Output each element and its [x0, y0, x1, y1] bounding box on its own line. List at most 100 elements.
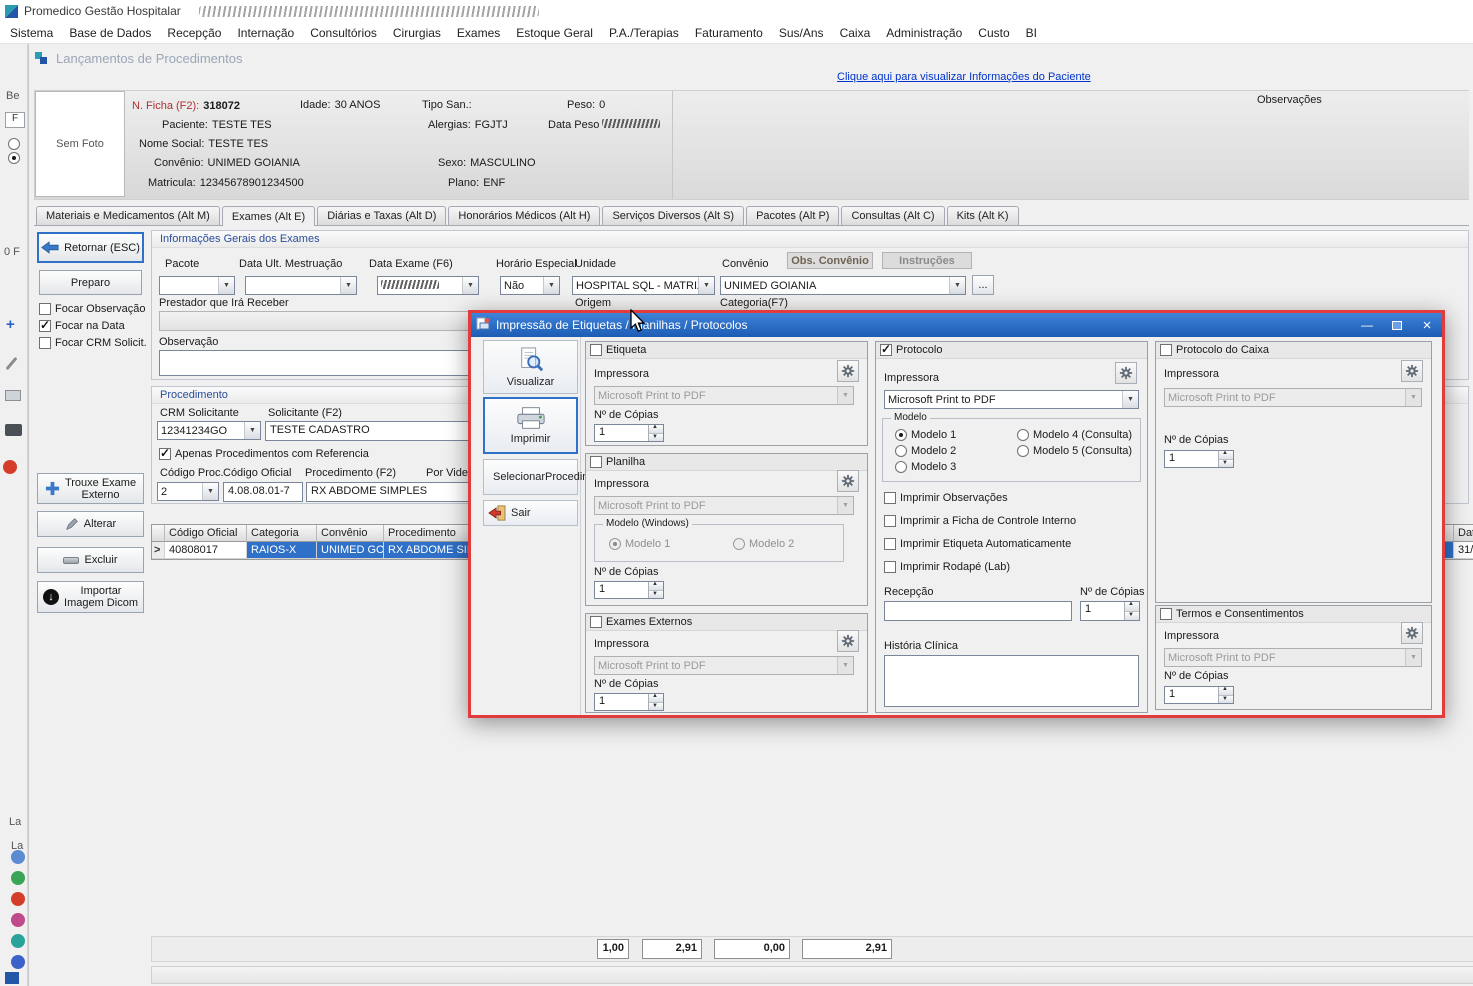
- spin-down-icon[interactable]: [649, 434, 663, 442]
- trouxe-exame-externo-button[interactable]: Trouxe ExameExterno: [37, 473, 144, 504]
- protocolo-modelo4-radio[interactable]: Modelo 4 (Consulta): [1017, 429, 1132, 441]
- data-ult-select[interactable]: [245, 276, 357, 295]
- dialog-titlebar[interactable]: Impressão de Etiquetas / Planilhas / Pro…: [471, 313, 1442, 337]
- menu-item-consultorios[interactable]: Consultórios: [302, 23, 385, 43]
- excluir-button[interactable]: Excluir: [37, 547, 144, 573]
- tab-diarias[interactable]: Diárias e Taxas (Alt D): [317, 206, 446, 225]
- red-cross-icon[interactable]: [11, 892, 25, 906]
- planilha-checkbox[interactable]: Planilha: [590, 456, 645, 468]
- spin-down-icon[interactable]: [1125, 612, 1139, 621]
- menu-item-administracao[interactable]: Administração: [878, 23, 970, 43]
- protocolo-copies-spinner[interactable]: 1: [1080, 601, 1140, 621]
- apenas-referencia-checkbox[interactable]: Apenas Procedimentos com Referencia: [159, 448, 369, 460]
- tab-exames[interactable]: Exames (Alt E): [222, 206, 315, 226]
- menu-item-sistema[interactable]: Sistema: [2, 23, 61, 43]
- imprimir-button[interactable]: Imprimir: [483, 397, 578, 454]
- patient-info-link[interactable]: Clique aqui para visualizar Informações …: [837, 71, 1091, 83]
- pink-icon[interactable]: [11, 913, 25, 927]
- etiqueta-checkbox[interactable]: Etiqueta: [590, 344, 646, 356]
- sair-button[interactable]: Sair: [483, 500, 578, 526]
- imprimir-observacoes-checkbox[interactable]: Imprimir Observações: [884, 492, 1008, 504]
- spin-up-icon[interactable]: [649, 425, 663, 434]
- protocolo-modelo5-radio[interactable]: Modelo 5 (Consulta): [1017, 445, 1132, 457]
- planilha-copies-spinner[interactable]: 1: [594, 581, 664, 599]
- importar-dicom-button[interactable]: ↓ ImportarImagem Dicom: [37, 581, 144, 613]
- obs-convenio-button[interactable]: Obs. Convênio: [787, 252, 873, 269]
- menu-item-base-de-dados[interactable]: Base de Dados: [61, 23, 159, 43]
- data-exame-select[interactable]: [377, 276, 479, 295]
- focar-crm-checkbox[interactable]: Focar CRM Solicit.: [39, 337, 147, 349]
- spin-down-icon[interactable]: [649, 591, 663, 599]
- spin-up-icon[interactable]: [1219, 687, 1233, 696]
- codigo-oficial-field[interactable]: 4.08.08.01-7: [223, 482, 303, 502]
- pacote-select[interactable]: [159, 276, 235, 295]
- grid-header-categoria[interactable]: Categoria: [247, 525, 317, 542]
- tab-materiais[interactable]: Materiais e Medicamentos (Alt M): [36, 206, 220, 225]
- minimize-button[interactable]: —: [1352, 313, 1382, 337]
- imprimir-ficha-checkbox[interactable]: Imprimir a Ficha de Controle Interno: [884, 515, 1076, 527]
- grid-header-codigo[interactable]: Código Oficial: [165, 525, 247, 542]
- grid-header-convenio[interactable]: Convênio: [317, 525, 384, 542]
- horario-especial-select[interactable]: Não: [500, 276, 560, 295]
- spin-down-icon[interactable]: [1219, 696, 1233, 704]
- crm-select[interactable]: 12341234GO: [157, 421, 261, 440]
- imprimir-rodape-checkbox[interactable]: Imprimir Rodapé (Lab): [884, 561, 1010, 573]
- protocolo-caixa-copies-spinner[interactable]: 1: [1164, 450, 1234, 468]
- etiqueta-copies-spinner[interactable]: 1: [594, 424, 664, 442]
- tab-consultas[interactable]: Consultas (Alt C): [841, 206, 944, 225]
- exames-externos-checkbox[interactable]: Exames Externos: [590, 616, 692, 628]
- cell-codigo[interactable]: 40808017: [165, 542, 247, 559]
- menu-item-caixa[interactable]: Caixa: [832, 23, 879, 43]
- planilha-modelo2-radio[interactable]: Modelo 2: [733, 538, 794, 550]
- printer-settings-button[interactable]: [837, 360, 859, 382]
- codigo-proc-select[interactable]: 2: [157, 482, 219, 501]
- exames-externos-printer-select[interactable]: Microsoft Print to PDF: [594, 656, 854, 675]
- close-button[interactable]: ×: [1412, 313, 1442, 337]
- protocolo-modelo2-radio[interactable]: Modelo 2: [895, 445, 956, 457]
- menu-item-custo[interactable]: Custo: [970, 23, 1017, 43]
- maximize-button[interactable]: [1382, 313, 1412, 337]
- convenio-select[interactable]: UNIMED GOIANIA: [720, 276, 966, 295]
- menu-item-exames[interactable]: Exames: [449, 23, 508, 43]
- imprimir-etiqueta-auto-checkbox[interactable]: Imprimir Etiqueta Automaticamente: [884, 538, 1071, 550]
- protocolo-caixa-printer-select[interactable]: Microsoft Print to PDF: [1164, 388, 1422, 407]
- termos-checkbox[interactable]: Termos e Consentimentos: [1160, 608, 1304, 620]
- protocolo-modelo3-radio[interactable]: Modelo 3: [895, 461, 956, 473]
- termos-copies-spinner[interactable]: 1: [1164, 686, 1234, 704]
- unidade-select[interactable]: HOSPITAL SQL - MATRIZ: [572, 276, 715, 295]
- historia-clinica-textarea[interactable]: [884, 655, 1139, 707]
- spin-up-icon[interactable]: [649, 694, 663, 703]
- printer-settings-button[interactable]: [837, 470, 859, 492]
- printer-settings-button[interactable]: [1401, 622, 1423, 644]
- menu-item-recepcao[interactable]: Recepção: [159, 23, 229, 43]
- cell-categoria[interactable]: RAIOS-X: [247, 542, 317, 559]
- solicitante-field[interactable]: TESTE CADASTRO: [265, 421, 469, 441]
- printer-settings-button[interactable]: [1401, 360, 1423, 382]
- menu-item-bi[interactable]: BI: [1018, 23, 1045, 43]
- focar-na-data-checkbox[interactable]: Focar na Data: [39, 320, 125, 332]
- alterar-button[interactable]: Alterar: [37, 511, 144, 537]
- spin-up-icon[interactable]: [1125, 602, 1139, 612]
- procedimento-field[interactable]: RX ABDOME SIMPLES: [306, 482, 469, 502]
- cell-data[interactable]: 31/0: [1454, 542, 1473, 559]
- protocolo-printer-select[interactable]: Microsoft Print to PDF: [884, 390, 1139, 409]
- protocolo-modelo1-radio[interactable]: Modelo 1: [895, 429, 956, 441]
- protocolo-caixa-checkbox[interactable]: Protocolo do Caixa: [1160, 344, 1269, 356]
- preparo-button[interactable]: Preparo: [39, 270, 142, 295]
- blue-icon[interactable]: [11, 955, 25, 969]
- fragment-radio[interactable]: [8, 138, 20, 150]
- menu-item-pa-terapias[interactable]: P.A./Terapias: [601, 23, 687, 43]
- menu-item-faturamento[interactable]: Faturamento: [687, 23, 771, 43]
- tab-pacotes[interactable]: Pacotes (Alt P): [746, 206, 839, 225]
- protocolo-checkbox[interactable]: Protocolo: [880, 344, 942, 356]
- menu-item-sus-ans[interactable]: Sus/Ans: [771, 23, 832, 43]
- spin-up-icon[interactable]: [1219, 451, 1233, 460]
- fragment-radio[interactable]: [8, 152, 20, 164]
- termos-printer-select[interactable]: Microsoft Print to PDF: [1164, 648, 1422, 667]
- person-icon[interactable]: [11, 850, 25, 864]
- tab-servicos[interactable]: Serviços Diversos (Alt S): [602, 206, 744, 225]
- tab-kits[interactable]: Kits (Alt K): [947, 206, 1019, 225]
- printer-settings-button[interactable]: [837, 630, 859, 652]
- menu-item-cirurgias[interactable]: Cirurgias: [385, 23, 449, 43]
- spin-down-icon[interactable]: [649, 703, 663, 711]
